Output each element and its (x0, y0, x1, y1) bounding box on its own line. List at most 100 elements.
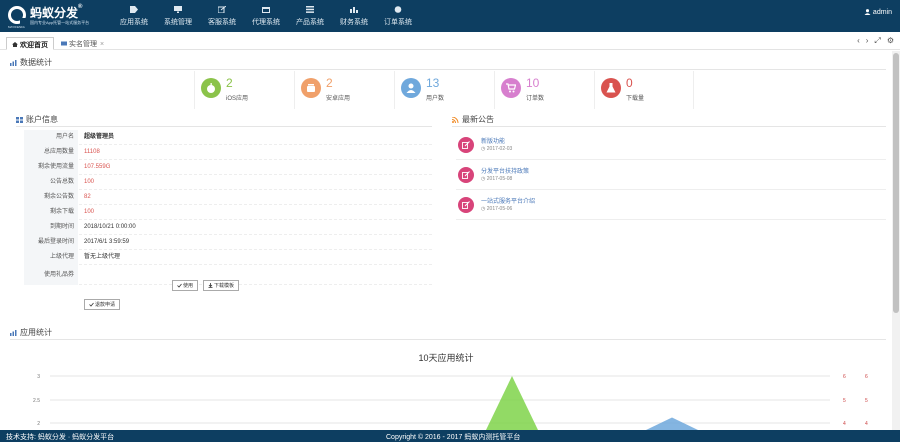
stat-card[interactable]: 2 安卓应用 (294, 71, 394, 109)
account-row: 用户名 超级管理员 (24, 130, 432, 145)
stat-badge (401, 78, 421, 98)
series-area[interactable] (646, 417, 698, 430)
logo-mark-icon (8, 6, 26, 24)
tab-prev-icon[interactable]: ‹ (857, 36, 860, 46)
y-tick-right-b: 6 (865, 374, 868, 380)
stat-label: iOS应用 (226, 96, 249, 102)
menu-item-2[interactable]: 客服系统 (200, 0, 244, 32)
button-label: 下载模板 (214, 283, 235, 289)
divider (10, 69, 886, 70)
card-icon (61, 41, 67, 46)
stat-badge (201, 78, 221, 98)
account-row: 剩余下载 100 (24, 205, 432, 220)
y-tick-right: 5 (843, 398, 846, 404)
tab-tools: ‹ › ⤢ ⚙ (857, 36, 894, 46)
account-key: 剩余公告数 (24, 190, 78, 205)
chart-icon (350, 7, 358, 13)
menu-item-label: 产品系统 (296, 19, 324, 26)
account-key: 用户名 (24, 130, 78, 145)
account-key: 使用礼品券 (24, 265, 78, 285)
user-name: admin (872, 9, 892, 16)
stat-label: 订单数 (526, 96, 545, 102)
download-template-button[interactable]: 下载模板 (203, 280, 240, 291)
menu-item-1[interactable]: 系统管理 (156, 0, 200, 32)
stat-card[interactable]: 13 用户数 (394, 71, 494, 109)
user-menu[interactable]: admin (864, 9, 892, 16)
account-key: 剩余下载 (24, 205, 78, 220)
monitor-icon (174, 6, 182, 13)
news-title[interactable]: 一站式服务平台介绍 (481, 196, 535, 205)
settings-icon[interactable]: ⚙ (887, 36, 894, 46)
chart-title: 10天应用统计 (418, 353, 474, 363)
check-icon (89, 302, 94, 307)
news-list: 新版功能 ◷ 2017-02-03 分发平台扶持政策 ◷ 2017-05-08 一站式服… (456, 130, 886, 220)
y-tick-right-b: 4 (865, 421, 868, 427)
account-value: 82 (84, 194, 91, 200)
globe-icon (394, 6, 402, 13)
y-tick-right: 6 (843, 374, 846, 380)
main-menu: 应用系统 系统管理 客服系统 代理系统 产品系统 财务系统 订单系统 (112, 0, 420, 32)
button-label: 退款申请 (95, 302, 116, 308)
tab-next-icon[interactable]: › (866, 36, 869, 46)
account-value: 107.559G (84, 164, 111, 170)
account-row: 到期时间 2018/10/21 0:00:00 (24, 220, 432, 235)
divider (10, 339, 886, 340)
account-value: 11108 (84, 149, 100, 155)
menu-item-label: 应用系统 (120, 19, 148, 26)
menu-item-4[interactable]: 产品系统 (288, 0, 332, 32)
divider (452, 126, 886, 127)
footer-support: 技术支持: 蚂蚁分发 · 蚂蚁分发平台 (6, 434, 115, 441)
calendar-icon (262, 7, 270, 13)
stat-card[interactable]: 10 订单数 (494, 71, 594, 109)
menu-item-label: 订单系统 (384, 19, 412, 26)
news-item[interactable]: 分发平台扶持政策 ◷ 2017-05-08 (456, 160, 886, 190)
section-data-stats: 数据统计 (10, 57, 52, 69)
fullscreen-icon[interactable]: ⤢ (874, 36, 880, 46)
account-value: 2018/10/21 0:00:00 (84, 224, 136, 230)
refund-button[interactable]: 退款申请 (84, 299, 121, 310)
section-latest-news: 最新公告 (452, 114, 494, 126)
logo[interactable]: 蚂蚁分发® 国内专业App托管一站式服务平台 MAYIFENFA (8, 4, 98, 29)
news-item[interactable]: 一站式服务平台介绍 ◷ 2017-05-06 (456, 190, 886, 220)
account-row: 剩余公告数 82 (24, 190, 432, 205)
section-title: 最新公告 (462, 115, 494, 124)
stat-card[interactable]: 0 下载量 (594, 71, 694, 109)
section-title: 账户信息 (26, 115, 58, 124)
account-value: 暂无上级代理 (84, 254, 121, 260)
account-key: 剩余使用流量 (24, 160, 78, 175)
account-row: 最后登录时间 2017/6/1 3:59:59 (24, 235, 432, 250)
account-key: 最后登录时间 (24, 235, 78, 250)
news-item[interactable]: 新版功能 ◷ 2017-02-03 (456, 130, 886, 160)
account-key: 到期时间 (24, 220, 78, 235)
tab-welcome[interactable]: 欢迎首页 (6, 37, 54, 50)
series-area[interactable] (486, 376, 538, 430)
registered-mark-icon: ® (78, 4, 83, 10)
stat-label: 用户数 (426, 96, 445, 102)
news-badge (458, 167, 474, 183)
bar-chart-icon (10, 330, 17, 336)
tab-bar: 欢迎首页 实名管理 × ‹ › ⤢ ⚙ (0, 32, 900, 50)
menu-item-label: 客服系统 (208, 19, 236, 26)
scrollbar[interactable] (892, 51, 900, 430)
close-icon[interactable]: × (100, 41, 104, 48)
download-icon (208, 283, 213, 288)
news-badge (458, 197, 474, 213)
tag-icon (130, 6, 138, 13)
stat-label: 安卓应用 (326, 96, 351, 102)
menu-item-5[interactable]: 财务系统 (332, 0, 376, 32)
stat-card[interactable]: 2 iOS应用 (194, 71, 294, 109)
stat-badge (601, 78, 621, 98)
android-icon (307, 84, 315, 92)
stat-value: 2 (226, 76, 233, 90)
scrollbar-thumb[interactable] (893, 53, 899, 313)
menu-item-3[interactable]: 代理系统 (244, 0, 288, 32)
menu-item-0[interactable]: 应用系统 (112, 0, 156, 32)
section-title: 应用统计 (20, 328, 52, 337)
news-title[interactable]: 新版功能 (481, 136, 505, 145)
menu-item-6[interactable]: 订单系统 (376, 0, 420, 32)
edit-icon (462, 171, 470, 179)
use-button[interactable]: 使用 (172, 280, 199, 291)
flask-icon (606, 83, 616, 93)
tab-realname[interactable]: 实名管理 × (56, 37, 109, 50)
news-title[interactable]: 分发平台扶持政策 (481, 166, 529, 175)
